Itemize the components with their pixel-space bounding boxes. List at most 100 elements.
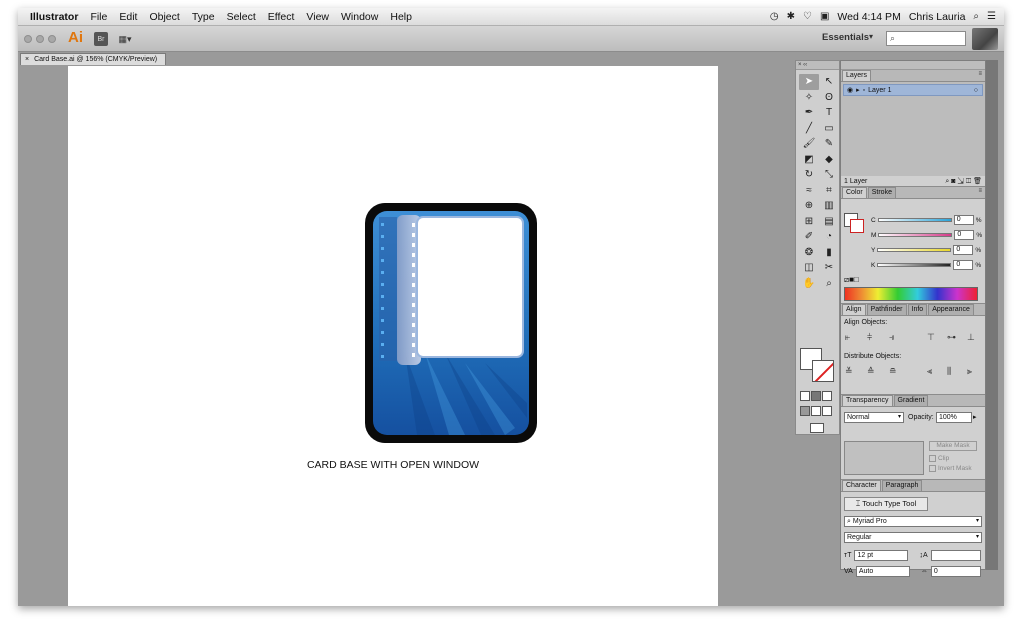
none-black-white-swatches[interactable]: ⧄■□ xyxy=(844,275,859,285)
menu-edit[interactable]: Edit xyxy=(113,11,143,23)
zoom-window-button[interactable] xyxy=(48,35,56,43)
layer-name[interactable]: Layer 1 xyxy=(868,87,891,94)
close-window-button[interactable] xyxy=(24,35,32,43)
make-mask-button[interactable]: Make Mask xyxy=(929,441,977,451)
zoom-tool-icon[interactable]: ⌕ xyxy=(819,276,839,292)
magenta-slider[interactable] xyxy=(878,233,953,237)
black-value-input[interactable]: 0 xyxy=(953,260,974,270)
opacity-input[interactable]: 100% xyxy=(936,412,972,423)
menu-file[interactable]: File xyxy=(84,11,113,23)
tab-appearance[interactable]: Appearance xyxy=(928,304,974,315)
distribute-left-icon[interactable]: ⫷ xyxy=(927,366,932,377)
tab-stroke[interactable]: Stroke xyxy=(867,187,896,198)
font-family-select[interactable]: ⌕ Myriad Pro ▾ xyxy=(844,516,982,527)
screen-mode-button[interactable] xyxy=(810,423,824,433)
clip-checkbox[interactable]: Clip xyxy=(929,455,949,462)
help-search-input[interactable]: ⌕ xyxy=(886,31,966,46)
draw-inside-button[interactable] xyxy=(822,406,832,416)
tab-info[interactable]: Info xyxy=(907,304,928,315)
color-mode-button[interactable] xyxy=(800,391,810,401)
magic-wand-tool-icon[interactable]: ✧ xyxy=(799,90,819,106)
gradient-tool-icon[interactable]: ▤ xyxy=(819,214,839,230)
align-top-icon[interactable]: ⊤ xyxy=(927,332,935,343)
workspace-switcher[interactable]: Essentials xyxy=(822,32,869,43)
panel-menu-icon[interactable]: ≡ xyxy=(978,71,982,77)
line-tool-icon[interactable]: ╱ xyxy=(799,121,819,137)
align-bottom-icon[interactable]: ⊥ xyxy=(967,332,975,343)
width-tool-icon[interactable]: ≈ xyxy=(799,183,819,199)
perspective-grid-tool-icon[interactable]: ▥ xyxy=(819,198,839,214)
tab-paragraph[interactable]: Paragraph xyxy=(881,480,923,491)
distribute-h-center-icon[interactable]: ⫼ xyxy=(947,366,951,377)
font-size-input[interactable]: 12 pt xyxy=(854,550,909,561)
type-tool-icon[interactable]: T xyxy=(819,105,839,121)
touch-type-tool-button[interactable]: ⌶ Touch Type Tool xyxy=(844,497,928,511)
opacity-arrow-icon[interactable]: ▸ xyxy=(973,413,977,421)
panel-menu-icon[interactable]: ≡ xyxy=(978,188,982,194)
time-machine-icon[interactable]: ◷ xyxy=(770,11,779,22)
symbol-sprayer-tool-icon[interactable]: ❂ xyxy=(799,245,819,261)
free-transform-tool-icon[interactable]: ⌗ xyxy=(819,183,839,199)
eraser-tool-icon[interactable]: ◆ xyxy=(819,152,839,168)
target-circle-icon[interactable]: ○ xyxy=(974,87,978,94)
direct-selection-tool-icon[interactable]: ↖ xyxy=(819,74,839,90)
artboard-tool-icon[interactable]: ◫ xyxy=(799,260,819,276)
slice-tool-icon[interactable]: ✂ xyxy=(819,260,839,276)
black-slider[interactable] xyxy=(877,263,952,267)
yellow-value-input[interactable]: 0 xyxy=(953,245,974,255)
chevron-down-icon[interactable]: ▾ xyxy=(869,32,873,41)
blend-tool-icon[interactable]: ◔ xyxy=(819,229,839,245)
draw-behind-button[interactable] xyxy=(811,406,821,416)
menu-help[interactable]: Help xyxy=(384,11,418,23)
minimize-window-button[interactable] xyxy=(36,35,44,43)
leading-input[interactable] xyxy=(930,550,981,561)
user-avatar[interactable] xyxy=(972,28,998,50)
tab-pathfinder[interactable]: Pathfinder xyxy=(866,304,907,315)
notification-center-icon[interactable]: ☰ xyxy=(987,11,996,22)
tab-layers[interactable]: Layers xyxy=(842,70,872,81)
blob-brush-tool-icon[interactable]: ◩ xyxy=(799,152,819,168)
close-tab-icon[interactable]: × xyxy=(25,56,29,63)
color-stroke-swatch[interactable] xyxy=(850,219,864,233)
distribute-bottom-icon[interactable]: ≘ xyxy=(889,366,897,377)
arrange-documents-icon[interactable]: ▦▾ xyxy=(116,32,134,46)
bluetooth-icon[interactable]: ✱ xyxy=(787,11,795,22)
distribute-right-icon[interactable]: ⫸ xyxy=(967,366,972,377)
menu-object[interactable]: Object xyxy=(143,11,185,23)
menubar-clock[interactable]: Wed 4:14 PM xyxy=(837,11,900,23)
pencil-tool-icon[interactable]: ✎ xyxy=(819,136,839,152)
pen-tool-icon[interactable]: ✒ xyxy=(799,105,819,121)
tab-align[interactable]: Align xyxy=(842,304,866,315)
scale-tool-icon[interactable]: ⤡ xyxy=(819,167,839,183)
lasso-tool-icon[interactable]: ʘ xyxy=(819,90,839,106)
eyedropper-tool-icon[interactable]: ✐ xyxy=(799,229,819,245)
menu-effect[interactable]: Effect xyxy=(262,11,301,23)
rectangle-tool-icon[interactable]: ▭ xyxy=(819,121,839,137)
menu-type[interactable]: Type xyxy=(186,11,221,23)
rotate-tool-icon[interactable]: ↻ xyxy=(799,167,819,183)
menu-view[interactable]: View xyxy=(300,11,335,23)
hand-tool-icon[interactable]: ✋ xyxy=(799,276,819,292)
visibility-eye-icon[interactable]: ◉ xyxy=(847,86,853,94)
artboard[interactable]: CARD BASE WITH OPEN WINDOW xyxy=(68,66,718,606)
distribute-v-center-icon[interactable]: ≙ xyxy=(867,366,875,377)
cyan-value-input[interactable]: 0 xyxy=(953,215,974,225)
wifi-icon[interactable]: ♡ xyxy=(803,11,812,22)
cyan-slider[interactable] xyxy=(877,218,952,222)
menu-select[interactable]: Select xyxy=(221,11,262,23)
document-tab[interactable]: × Card Base.ai @ 156% (CMYK/Preview) xyxy=(20,53,167,65)
spotlight-icon[interactable]: ⌕ xyxy=(973,11,979,22)
gradient-mode-button[interactable] xyxy=(811,391,821,401)
align-left-icon[interactable]: ⫦ xyxy=(845,332,850,343)
tab-color[interactable]: Color xyxy=(842,187,867,198)
tab-gradient[interactable]: Gradient xyxy=(893,395,929,406)
go-to-bridge-button[interactable]: Br xyxy=(94,32,108,46)
dock-header[interactable] xyxy=(841,61,985,70)
none-mode-button[interactable] xyxy=(822,391,832,401)
stroke-swatch[interactable] xyxy=(812,360,834,382)
tools-panel-header[interactable]: × ‹‹ xyxy=(796,61,839,70)
expand-triangle-icon[interactable]: ▸ xyxy=(856,86,860,94)
blend-mode-select[interactable]: Normal ▾ xyxy=(844,412,904,423)
align-v-center-icon[interactable]: ⊶ xyxy=(947,332,956,343)
layer-row[interactable]: ◉ ▸ ▫ Layer 1 ○ xyxy=(843,84,983,96)
